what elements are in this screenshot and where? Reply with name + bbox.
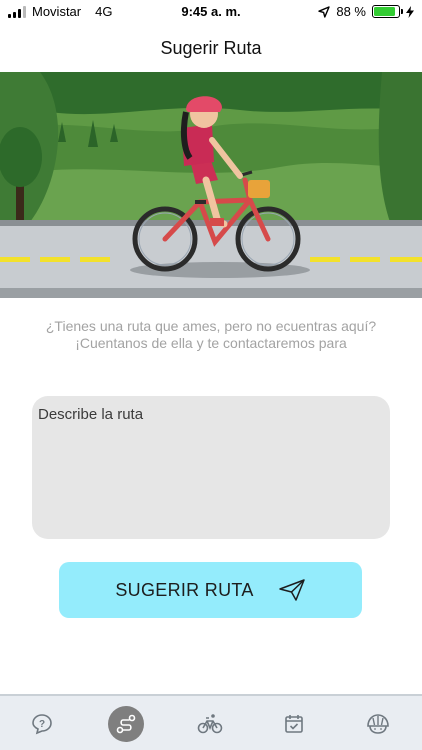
route-description-input[interactable] — [38, 406, 384, 529]
help-icon: ? — [32, 714, 52, 735]
tab-events[interactable] — [276, 706, 312, 742]
battery-percent: 88 % — [336, 4, 366, 19]
tab-bar: ? — [0, 694, 422, 750]
svg-text:?: ? — [39, 719, 45, 730]
suggest-route-button-label: SUGERIR RUTA — [115, 579, 254, 600]
status-bar: Movistar 4G 9:45 a. m. 88 % — [0, 0, 422, 24]
route-icon — [116, 714, 136, 734]
calendar-check-icon — [285, 715, 303, 733]
battery-icon — [372, 5, 403, 18]
navigation-bar: Sugerir Ruta — [0, 24, 422, 72]
bicycle-icon — [197, 714, 223, 734]
tab-profile[interactable] — [360, 706, 396, 742]
intro-text: ¿Tienes una ruta que ames, pero no ecuen… — [40, 318, 382, 352]
hero-illustration — [0, 72, 422, 298]
location-arrow-icon — [318, 5, 331, 18]
suggest-route-button[interactable]: SUGERIR RUTA — [59, 562, 362, 618]
intro-line-1: ¿Tienes una ruta que ames, pero no ecuen… — [45, 318, 377, 334]
tab-rides[interactable] — [192, 706, 228, 742]
page-title: Sugerir Ruta — [160, 38, 262, 58]
charging-bolt-icon — [406, 5, 414, 18]
route-description-container — [32, 396, 390, 539]
intro-line-2: ¡Cuentanos de ella y te contactaremos pa… — [75, 335, 347, 351]
send-icon — [278, 579, 305, 601]
helmet-icon — [367, 714, 389, 734]
tab-routes[interactable] — [108, 706, 144, 742]
cyclist-illustration — [0, 72, 422, 298]
tab-help[interactable]: ? — [24, 706, 60, 742]
